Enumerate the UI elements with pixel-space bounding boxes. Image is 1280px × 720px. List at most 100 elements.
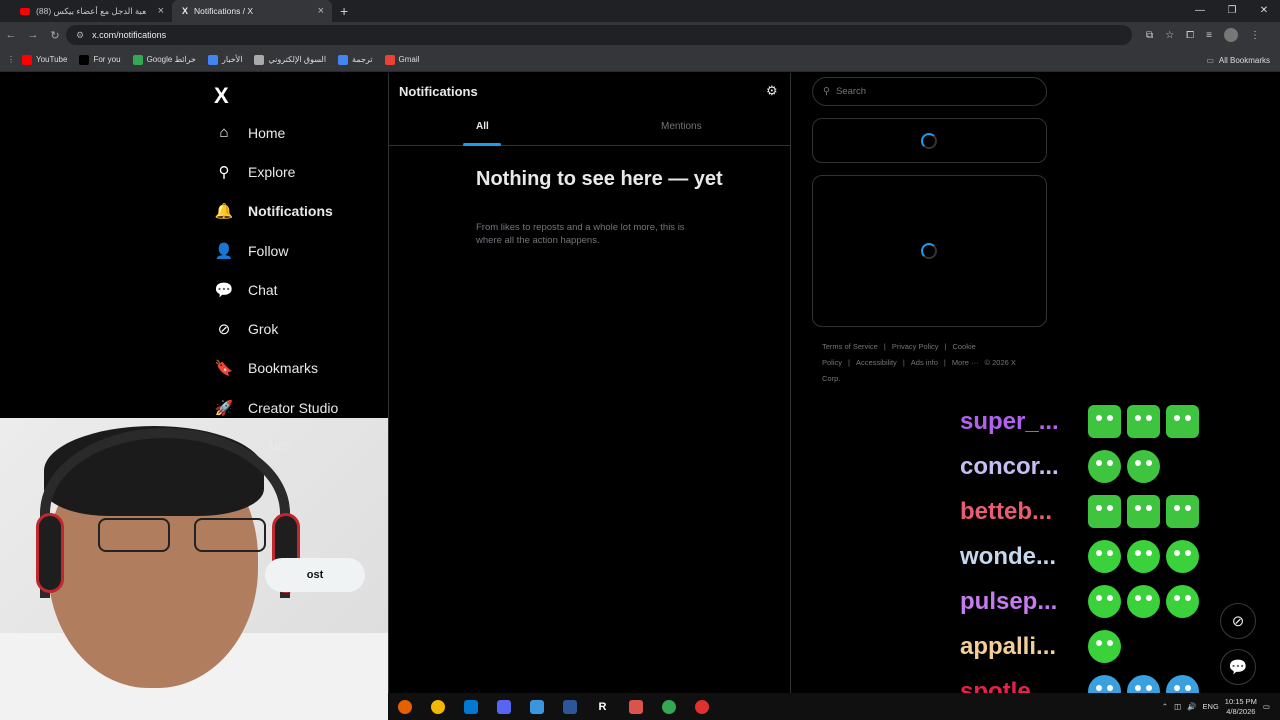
app-icon: [430, 699, 445, 714]
messages-icon[interactable]: 💬: [1220, 649, 1256, 685]
maximize-icon[interactable]: ❐: [1216, 0, 1248, 22]
profile-icon[interactable]: [1224, 28, 1238, 42]
minimize-icon[interactable]: —: [1184, 0, 1216, 22]
bookmark-item[interactable]: السوق الإلكتروني: [254, 54, 326, 65]
glasses: [98, 518, 278, 554]
bookmark-label: Google خرائط: [146, 55, 196, 64]
stream-chat-overlay: super_... concor... betteb... wonde... pulse…: [960, 399, 1199, 714]
tab-mentions[interactable]: Mentions: [661, 121, 702, 132]
browser-tab-notifications[interactable]: X Notifications / X ×: [172, 0, 332, 22]
clock-date: 4/8/2026: [1226, 706, 1256, 716]
all-bookmarks-button[interactable]: ▭ All Bookmarks: [1206, 48, 1270, 72]
taskbar-app-icon[interactable]: [388, 693, 421, 720]
sidebar-item-chat[interactable]: 💬 Chat: [214, 270, 338, 309]
sidebar-item-label: Bookmarks: [248, 360, 319, 377]
install-icon[interactable]: ⧉: [1146, 30, 1153, 41]
emote-icon: [1166, 495, 1199, 528]
media-icon[interactable]: ≡: [1206, 30, 1212, 41]
bookmark-item[interactable]: For you: [79, 54, 121, 65]
follow-icon: 👤: [214, 242, 234, 260]
footer-link[interactable]: Privacy Policy: [892, 342, 939, 351]
footer-link[interactable]: Terms of Service: [822, 342, 878, 351]
chat-username: wonde...: [960, 542, 1056, 570]
chat-username: appalli...: [960, 632, 1057, 660]
star-icon[interactable]: ☆: [1165, 30, 1174, 41]
taskbar-app-icon[interactable]: [619, 693, 652, 720]
emote-icon: [1088, 585, 1121, 618]
taskbar-app-icon[interactable]: [652, 693, 685, 720]
taskbar-app-icon[interactable]: [454, 693, 487, 720]
forward-icon[interactable]: →: [22, 29, 44, 41]
headset-icon: [40, 428, 290, 598]
close-icon[interactable]: ×: [158, 5, 164, 17]
apps-icon[interactable]: ⋮: [0, 55, 22, 64]
app-icon: [628, 699, 643, 714]
bookmark-item[interactable]: الأخبار: [208, 54, 242, 65]
footer-separator: |: [943, 358, 946, 367]
chat-username: super_...: [960, 407, 1059, 435]
taskbar-app-icon[interactable]: [520, 693, 553, 720]
gear-icon[interactable]: ⚙: [766, 83, 778, 99]
sidebar-item-bookmarks[interactable]: 🔖 Bookmarks: [214, 349, 338, 388]
tray-chevron-icon[interactable]: ⌃: [1162, 702, 1168, 711]
bookmark-favicon-icon: [208, 54, 218, 65]
tab-all[interactable]: All: [476, 121, 489, 132]
all-bookmarks-label: All Bookmarks: [1218, 55, 1270, 65]
footer-separator: |: [883, 342, 886, 351]
browser-tab-video[interactable]: لعبة الدجل مع أعضاء بيكس (88) ×: [0, 0, 172, 22]
site-info-icon[interactable]: ⚙: [76, 30, 84, 41]
taskbar-app-icon[interactable]: R: [586, 693, 619, 720]
notification-tabs: All Mentions: [389, 113, 790, 146]
new-tab-button[interactable]: +: [340, 3, 356, 19]
bookmark-item[interactable]: Google خرائط: [132, 54, 196, 65]
chat-emotes: [1088, 540, 1199, 573]
tab-title: لعبة الدجل مع أعضاء بيكس (88): [36, 5, 146, 16]
emote-icon: [1127, 585, 1160, 618]
x-logo[interactable]: X: [214, 83, 229, 109]
bookmark-label: YouTube: [36, 55, 68, 64]
sidebar-item-follow[interactable]: 👤 Follow: [214, 231, 338, 270]
volume-icon[interactable]: 🔊: [1187, 702, 1196, 711]
search-input[interactable]: ⚲ Search: [812, 77, 1047, 106]
x-favicon-icon: X: [182, 6, 189, 16]
sidebar-item-partial[interactable]: um: [270, 437, 289, 453]
bookmark-item[interactable]: YouTube: [22, 54, 68, 65]
taskbar-app-icon[interactable]: [553, 693, 586, 720]
network-icon[interactable]: ◫: [1174, 702, 1181, 711]
sidebar-item-home[interactable]: ⌂ Home: [214, 113, 338, 152]
clock[interactable]: 10:15 PM 4/8/2026: [1225, 697, 1257, 717]
taskbar-app-icon[interactable]: [487, 693, 520, 720]
emote-icon: [1088, 405, 1121, 438]
taskbar-app-icon[interactable]: [685, 693, 718, 720]
language-indicator[interactable]: ENG: [1203, 702, 1219, 711]
emote-icon: [1166, 585, 1199, 618]
taskbar-app-icon[interactable]: [421, 693, 454, 720]
chat-emotes: [1088, 495, 1199, 528]
close-icon[interactable]: ×: [318, 5, 324, 17]
footer-separator: |: [848, 358, 850, 367]
back-icon[interactable]: ←: [0, 29, 22, 41]
reload-icon[interactable]: ↻: [44, 29, 66, 42]
footer-link[interactable]: More ···: [952, 358, 979, 367]
sidebar-item-explore[interactable]: ⚲ Explore: [214, 152, 338, 191]
footer-link[interactable]: Accessibility: [856, 358, 897, 367]
footer-link[interactable]: Ads info: [911, 358, 938, 367]
sidebar-item-notifications[interactable]: 🔔 Notifications: [214, 192, 338, 231]
close-window-icon[interactable]: ✕: [1248, 0, 1280, 22]
sidebar-item-label: Creator Studio: [248, 399, 339, 416]
bookmark-item[interactable]: Gmail: [384, 54, 419, 65]
chat-message: concor...: [960, 444, 1199, 489]
extensions-icon[interactable]: ⧠: [1186, 30, 1194, 41]
page-title: Notifications: [399, 84, 478, 99]
url-text: x.com/notifications: [92, 30, 167, 40]
bookmark-item[interactable]: ترجمة: [338, 54, 373, 65]
menu-icon[interactable]: ⋮: [1250, 30, 1260, 41]
bookmark-favicon-icon: [22, 54, 32, 65]
notifications-icon[interactable]: ▭: [1263, 702, 1270, 711]
sidebar-item-grok[interactable]: ⊘ Grok: [214, 309, 338, 348]
youtube-icon: [20, 7, 30, 15]
grok-icon[interactable]: ⊘: [1220, 603, 1256, 639]
footer-links: Terms of Service | Privacy Policy | Cookie P…: [822, 339, 1042, 387]
url-field[interactable]: ⚙ x.com/notifications: [66, 25, 1132, 45]
post-button[interactable]: ost: [265, 558, 365, 592]
